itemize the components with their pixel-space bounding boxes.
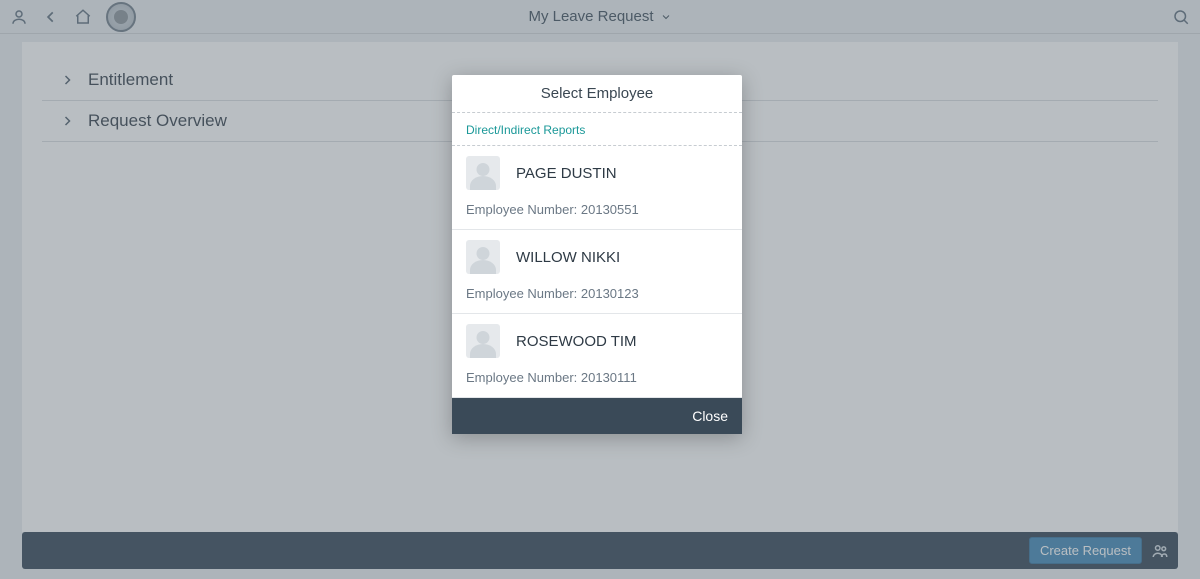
employee-name: WILLOW NIKKI: [516, 249, 620, 266]
employee-top: WILLOW NIKKI: [466, 240, 728, 274]
employee-number: Employee Number: 20130551: [466, 202, 728, 217]
avatar-icon: [466, 240, 500, 274]
employee-list-item[interactable]: ROSEWOOD TIM Employee Number: 20130111: [452, 314, 742, 398]
employee-top: PAGE DUSTIN: [466, 156, 728, 190]
dialog-title: Select Employee: [452, 75, 742, 113]
dialog-footer: Close: [452, 398, 742, 434]
employee-list-item[interactable]: WILLOW NIKKI Employee Number: 20130123: [452, 230, 742, 314]
employee-number: Employee Number: 20130111: [466, 370, 728, 385]
avatar-icon: [466, 156, 500, 190]
employee-top: ROSEWOOD TIM: [466, 324, 728, 358]
employee-name: PAGE DUSTIN: [516, 165, 617, 182]
dialog-subheader: Direct/Indirect Reports: [452, 113, 742, 146]
employee-name: ROSEWOOD TIM: [516, 333, 637, 350]
avatar-icon: [466, 324, 500, 358]
employee-list-item[interactable]: PAGE DUSTIN Employee Number: 20130551: [452, 146, 742, 230]
select-employee-dialog: Select Employee Direct/Indirect Reports …: [452, 75, 742, 434]
employee-number: Employee Number: 20130123: [466, 286, 728, 301]
close-button[interactable]: Close: [692, 408, 728, 424]
